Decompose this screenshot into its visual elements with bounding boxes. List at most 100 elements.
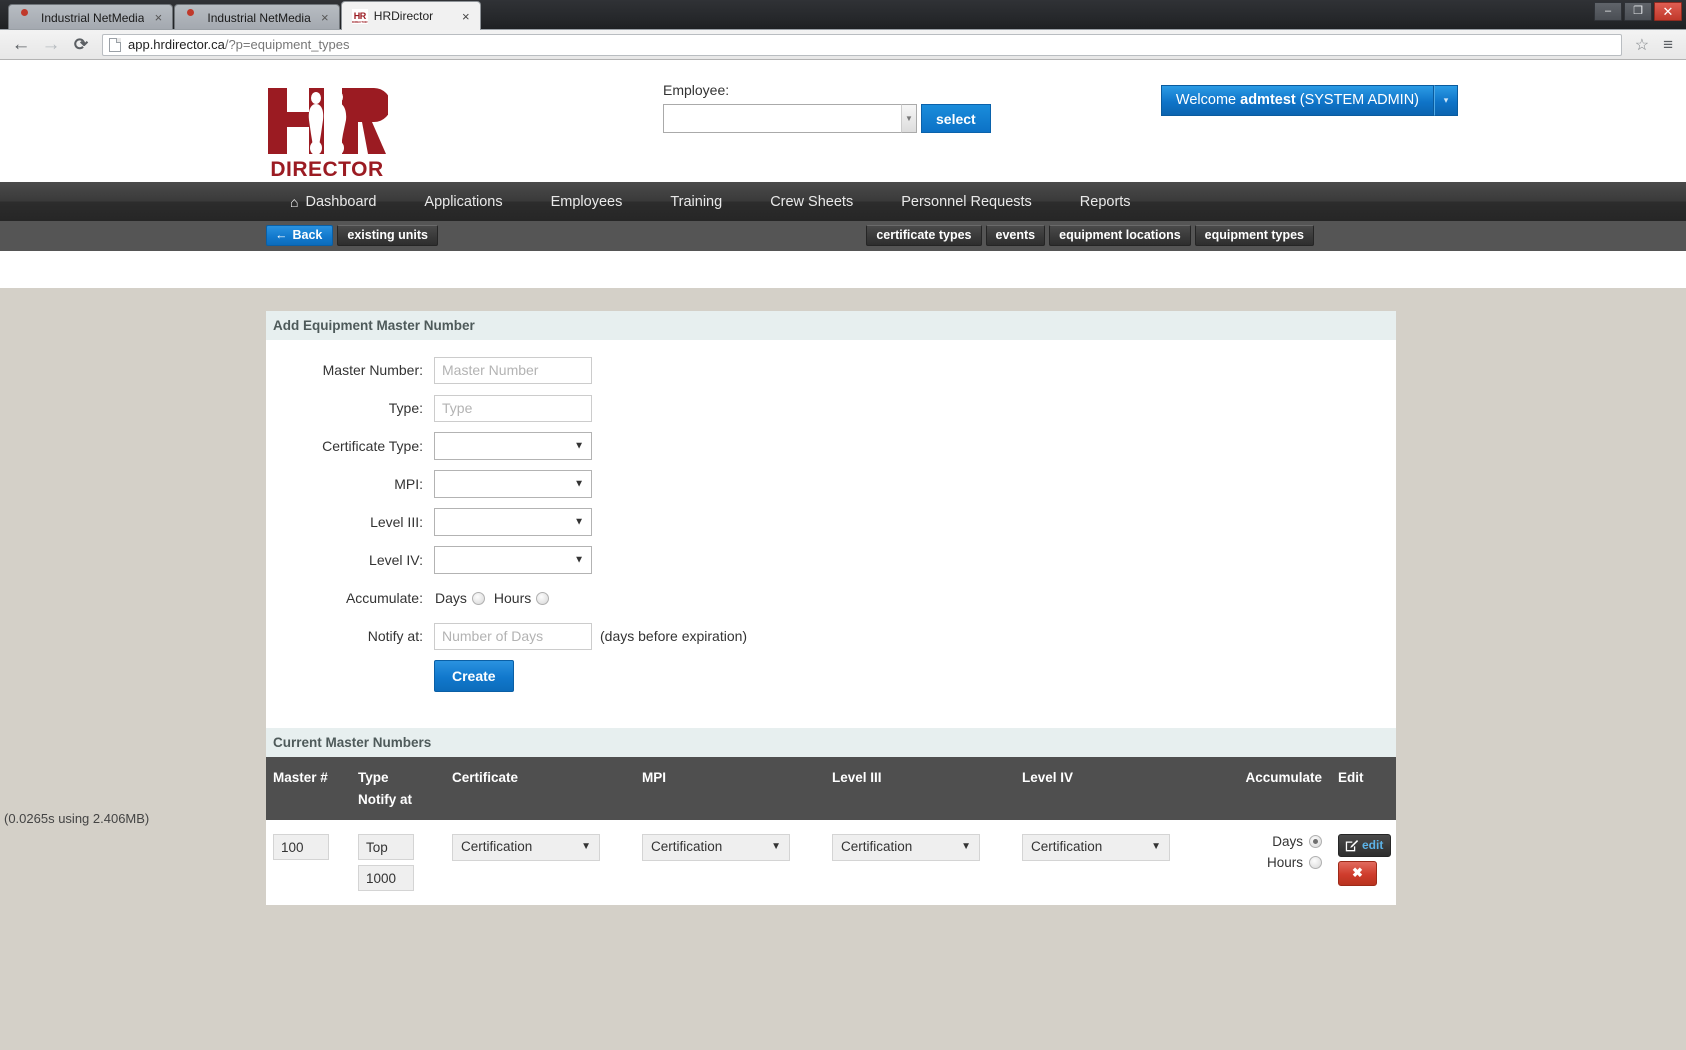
forward-icon[interactable]: → <box>38 32 64 58</box>
chevron-down-icon: ▼ <box>574 554 584 566</box>
row-accumulate-days-radio[interactable] <box>1309 835 1322 848</box>
chevron-down-icon: ▼ <box>574 478 584 490</box>
reload-icon[interactable]: ⟳ <box>68 32 94 58</box>
label-level-iv: Level IV: <box>369 552 423 568</box>
mpi-select[interactable]: ▼ <box>434 470 592 498</box>
nav-item-employees[interactable]: Employees <box>527 194 647 210</box>
form-row-notify-at: Notify at: (days before expiration) <box>266 622 1396 650</box>
accumulate-days-label: Days <box>435 590 467 606</box>
box-icon <box>19 10 35 26</box>
row-mpi-select[interactable]: Certification ▼ <box>642 834 790 861</box>
row-master-number-input[interactable] <box>273 834 329 860</box>
pencil-square-icon <box>1345 839 1358 851</box>
master-number-input[interactable] <box>434 356 592 384</box>
employee-label: Employee: <box>663 82 730 98</box>
home-icon: ⌂ <box>290 193 299 210</box>
nav-item-applications[interactable]: Applications <box>400 194 526 210</box>
nav-item-label: Dashboard <box>305 193 377 210</box>
chevron-down-icon[interactable]: ▼ <box>901 104 917 133</box>
tab-close-icon[interactable]: × <box>152 11 164 24</box>
browser-tab[interactable]: Industrial NetMedia × <box>8 4 174 30</box>
page-viewport: DIRECTOR Employee: ▼ select Welcome admt… <box>0 60 1686 1050</box>
form-row-submit: Create <box>266 660 1396 692</box>
tab-close-icon[interactable]: × <box>460 10 472 23</box>
main-navigation: ⌂ Dashboard Applications Employees Train… <box>0 182 1686 221</box>
nav-item-crew-sheets[interactable]: Crew Sheets <box>746 194 877 210</box>
col-accumulate: Accumulate <box>1212 757 1322 820</box>
cell-certificate: Certification ▼ <box>452 820 642 905</box>
select-employee-button[interactable]: select <box>921 104 991 133</box>
nav-item-reports[interactable]: Reports <box>1056 194 1155 210</box>
label-level-iii: Level III: <box>370 514 423 530</box>
cell-mpi: Certification ▼ <box>642 820 832 905</box>
form-row-level-iii: Level III: ▼ <box>266 508 1396 536</box>
cell-type-notify <box>358 820 452 905</box>
row-certificate-value: Certification <box>461 839 533 854</box>
row-certificate-select[interactable]: Certification ▼ <box>452 834 600 861</box>
address-bar[interactable]: app.hrdirector.ca /?p=equipment_types <box>102 33 1622 56</box>
browser-tab[interactable]: Industrial NetMedia × <box>174 4 340 30</box>
row-level-iii-select[interactable]: Certification ▼ <box>832 834 980 861</box>
back-button[interactable]: ← Back <box>266 225 334 246</box>
maximize-button[interactable]: ❐ <box>1624 2 1652 21</box>
logo-wordmark: DIRECTOR <box>270 158 384 181</box>
site-header: DIRECTOR Employee: ▼ select Welcome admt… <box>0 60 1686 182</box>
form-row-accumulate: Accumulate: Days Hours <box>266 584 1396 612</box>
delete-button[interactable]: ✖ <box>1338 861 1377 886</box>
page-info-icon[interactable] <box>109 37 121 52</box>
row-accumulate-hours-radio[interactable] <box>1309 856 1322 869</box>
create-button[interactable]: Create <box>434 660 514 692</box>
accumulate-hours-radio[interactable] <box>536 591 550 605</box>
close-window-button[interactable]: ✕ <box>1654 2 1682 21</box>
type-input[interactable] <box>434 394 592 422</box>
row-type-input[interactable] <box>358 834 414 860</box>
row-level-iv-value: Certification <box>1031 839 1103 854</box>
chevron-down-icon: ▼ <box>1151 841 1161 852</box>
col-master-number: Master # <box>266 757 358 820</box>
row-level-iv-select[interactable]: Certification ▼ <box>1022 834 1170 861</box>
subnav-item-certificate-types[interactable]: certificate types <box>866 225 982 246</box>
subnav-item-equipment-types[interactable]: equipment types <box>1194 225 1314 246</box>
minimize-button[interactable]: – <box>1594 2 1622 21</box>
nav-item-training[interactable]: Training <box>646 194 746 210</box>
subnav-item-equipment-locations[interactable]: equipment locations <box>1049 225 1191 246</box>
welcome-user-button[interactable]: Welcome admtest (SYSTEM ADMIN) <box>1160 85 1434 116</box>
label-notify-at: Notify at: <box>367 628 423 644</box>
chevron-down-icon[interactable]: ▾ <box>1434 85 1458 116</box>
level-iii-select[interactable]: ▼ <box>434 508 592 536</box>
browser-tab-active[interactable]: HR DIRECTOR HRDirector × <box>340 1 481 30</box>
col-level-iii: Level III <box>832 757 1022 820</box>
performance-note: (0.0265s using 2.406MB) <box>4 811 150 826</box>
chevron-down-icon: ▼ <box>574 516 584 528</box>
nav-item-label: Reports <box>1079 193 1131 210</box>
level-iv-select[interactable]: ▼ <box>434 546 592 574</box>
nav-item-personnel-requests[interactable]: Personnel Requests <box>877 194 1056 210</box>
chevron-down-icon: ▼ <box>771 841 781 852</box>
nav-item-label: Employees <box>550 193 623 210</box>
tab-close-icon[interactable]: × <box>319 11 331 24</box>
add-master-number-form: Master Number: Type: Certificate Type: ▼… <box>266 340 1396 728</box>
cell-accumulate: Days Hours <box>1212 820 1322 905</box>
window-controls: – ❐ ✕ <box>1594 2 1682 21</box>
cell-actions: edit ✖ <box>1322 820 1396 905</box>
table-body: Certification ▼ Certification ▼ <box>266 820 1396 905</box>
user-menu: Welcome admtest (SYSTEM ADMIN) ▾ <box>1160 85 1458 116</box>
col-mpi: MPI <box>642 757 832 820</box>
subnav-item-existing-units[interactable]: existing units <box>337 225 438 246</box>
accumulate-days-radio[interactable] <box>471 591 485 605</box>
subnav-item-events[interactable]: events <box>985 225 1046 246</box>
bookmark-star-icon[interactable]: ☆ <box>1630 35 1654 55</box>
url-path: /?p=equipment_types <box>224 37 350 52</box>
edit-button[interactable]: edit <box>1338 834 1392 857</box>
hr-logo-icon: HR DIRECTOR <box>351 9 368 24</box>
row-notify-at-input[interactable] <box>358 865 414 891</box>
certificate-type-select[interactable]: ▼ <box>434 432 592 460</box>
notify-at-input[interactable] <box>434 622 592 650</box>
chevron-down-icon: ▼ <box>961 841 971 852</box>
browser-menu-icon[interactable]: ≡ <box>1658 35 1678 55</box>
nav-item-dashboard[interactable]: ⌂ Dashboard <box>266 194 400 210</box>
employee-input[interactable] <box>663 104 901 133</box>
hr-director-logo[interactable]: DIRECTOR <box>266 82 388 182</box>
back-icon[interactable]: ← <box>8 32 34 58</box>
label-type: Type: <box>388 400 423 416</box>
